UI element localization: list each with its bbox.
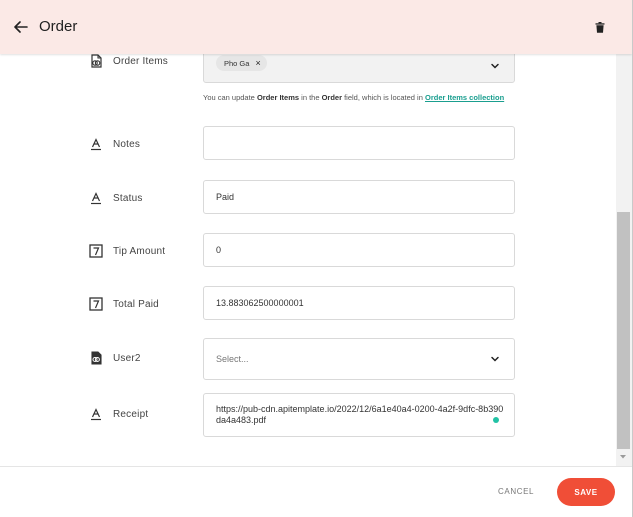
field-label-user2: User2 [89, 351, 141, 365]
chip-remove-button[interactable]: × [255, 58, 260, 68]
save-button[interactable]: SAVE [557, 478, 615, 506]
record-editor-panel: Order Order Items Pho Ga × You can updat… [0, 0, 633, 517]
user2-select[interactable]: Select... [203, 338, 515, 380]
trash-icon [595, 21, 605, 33]
arrow-left-icon [14, 21, 28, 33]
field-label-status: Status [89, 191, 143, 205]
status-input[interactable]: Paid [203, 180, 515, 214]
delete-button[interactable] [593, 19, 607, 35]
total-paid-input[interactable]: 13.883062500000001 [203, 286, 515, 320]
order-items-collection-link[interactable]: Order Items collection [425, 93, 504, 102]
tip-amount-input[interactable]: 0 [203, 233, 515, 267]
page-title: Order [39, 18, 78, 35]
cancel-button[interactable]: CANCEL [498, 487, 534, 496]
scrollbar-thumb[interactable] [617, 212, 630, 449]
field-label-total-paid: Total Paid [89, 297, 159, 311]
editor-header: Order [0, 0, 632, 54]
form-content: Order Items Pho Ga × You can update Orde… [0, 54, 616, 466]
order-item-chip: Pho Ga × [216, 55, 267, 71]
field-label-order-items: Order Items [89, 54, 168, 68]
order-items-helper: You can update Order Items in the Order … [203, 93, 505, 102]
receipt-input[interactable]: https://pub-cdn.apitemplate.io/2022/12/6… [203, 393, 515, 437]
relation-doc-icon [89, 54, 103, 68]
notes-input[interactable] [203, 126, 515, 160]
editor-footer: CANCEL SAVE [0, 466, 632, 517]
scroll-down-arrow-icon[interactable] [618, 452, 628, 462]
number-icon [89, 297, 103, 311]
number-icon [89, 244, 103, 258]
chip-label: Pho Ga [224, 58, 250, 68]
chevron-down-icon [491, 63, 499, 69]
text-icon [89, 137, 103, 151]
status-dot [493, 417, 499, 423]
field-label-notes: Notes [89, 137, 140, 151]
back-button[interactable] [11, 17, 31, 37]
field-label-receipt: Receipt [89, 407, 148, 421]
text-icon [89, 191, 103, 205]
text-icon [89, 407, 103, 421]
field-label-tip-amount: Tip Amount [89, 244, 165, 258]
chevron-down-icon [491, 356, 499, 362]
relation-link-icon [89, 351, 103, 365]
